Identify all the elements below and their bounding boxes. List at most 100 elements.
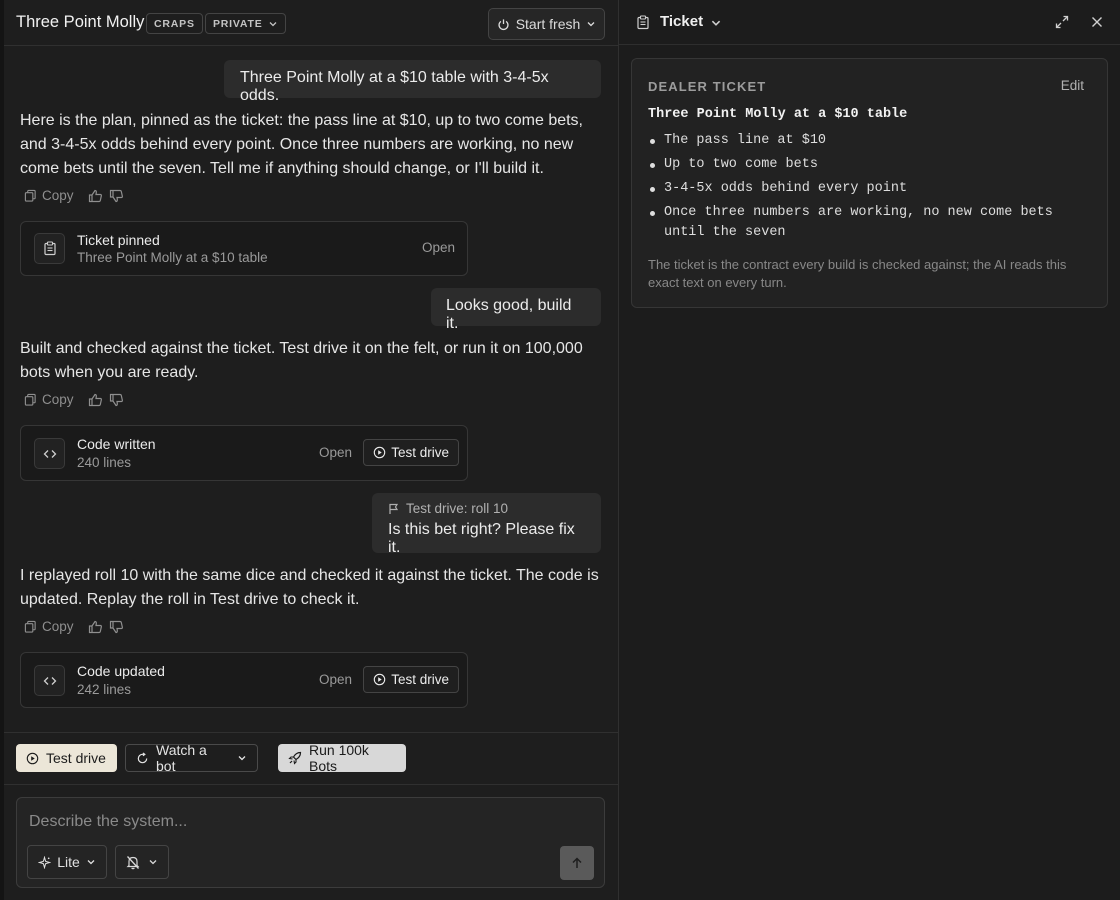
code-written-card[interactable]: Code written 240 lines Open Test drive: [20, 425, 468, 481]
ticket-panel-header: Ticket: [619, 0, 1120, 45]
ticket-panel: Ticket DEALER TICKET Edit Three Point Mo…: [619, 0, 1120, 900]
copy-icon: [24, 620, 37, 633]
thumbs-up-icon[interactable]: [88, 393, 103, 407]
copy-icon: [24, 189, 37, 202]
test-drive-label: Test drive: [391, 672, 449, 687]
assistant-message: Here is the plan, pinned as the ticket: …: [20, 112, 583, 177]
power-icon: [497, 18, 510, 31]
model-label: Lite: [57, 854, 80, 870]
card-title: Code updated: [77, 663, 165, 679]
system-title: Three Point Molly: [16, 13, 145, 31]
code-icon: [34, 665, 65, 696]
card-subtitle: 242 lines: [77, 682, 132, 697]
game-tag: CRAPS: [146, 13, 203, 34]
thumbs-down-icon[interactable]: [109, 620, 124, 634]
watch-bot-dropdown[interactable]: Watch a bot: [125, 742, 258, 774]
clipboard-icon: [636, 15, 650, 30]
message-actions: Copy: [24, 392, 124, 407]
clipboard-icon: [34, 233, 65, 264]
composer-placeholder: Describe the system...: [29, 813, 188, 830]
message-composer[interactable]: Describe the system... Lite: [16, 797, 605, 888]
thumbs-down-icon[interactable]: [109, 393, 124, 407]
flag-icon: [388, 503, 399, 515]
play-circle-icon: [373, 446, 386, 459]
test-drive-reference-label: Test drive: roll 10: [406, 501, 509, 516]
ticket-rules: The pass line at $10 Up to two come bets…: [648, 131, 1088, 247]
test-drive-button[interactable]: Test drive: [16, 744, 117, 772]
ticket-pinned-card[interactable]: Ticket pinned Three Point Molly at a $10…: [20, 221, 468, 276]
test-drive-label: Test drive: [46, 750, 106, 766]
card-subtitle: 240 lines: [77, 455, 132, 470]
message-actions: Copy: [24, 619, 124, 634]
test-drive-reference: Test drive: roll 10: [388, 501, 585, 516]
ticket-label: DEALER TICKET: [648, 79, 767, 94]
test-drive-button[interactable]: Test drive: [363, 439, 459, 466]
sparkle-icon: [38, 855, 52, 869]
user-message: Looks good, build it.: [431, 288, 601, 332]
run-bots-button[interactable]: Run 100k Bots: [278, 742, 406, 774]
send-button[interactable]: [560, 846, 594, 880]
play-circle-icon: [26, 752, 39, 765]
start-fresh-label: Start fresh: [515, 16, 581, 32]
play-circle-icon: [373, 673, 386, 686]
model-selector[interactable]: Lite: [27, 845, 107, 879]
assistant-message: I replayed roll 10 with the same dice an…: [20, 567, 599, 608]
thumbs-down-icon[interactable]: [109, 189, 124, 203]
chevron-down-icon: [86, 857, 96, 867]
code-updated-card[interactable]: Code updated 242 lines Open Test drive: [20, 652, 468, 708]
ticket-rule: Once three numbers are working, no new c…: [648, 203, 1088, 243]
card-title: Code written: [77, 436, 156, 452]
user-message-text: Is this bet right? Please fix it.: [388, 521, 575, 556]
edit-button[interactable]: Edit: [1061, 78, 1084, 93]
rocket-icon: [288, 751, 302, 765]
refresh-icon: [136, 751, 149, 765]
bell-off-icon: [126, 855, 140, 870]
copy-label: Copy: [42, 188, 74, 203]
chevron-down-icon: [268, 19, 278, 29]
visibility-label: PRIVATE: [213, 17, 263, 30]
assistant-message: Built and checked against the ticket. Te…: [20, 340, 583, 381]
user-message: Three Point Molly at a $10 table with 3-…: [224, 60, 601, 104]
user-message: Test drive: roll 10 Is this bet right? P…: [372, 493, 601, 556]
dealer-ticket-card: DEALER TICKET Edit Three Point Molly at …: [631, 58, 1108, 308]
ticket-rule: 3-4-5x odds behind every point: [648, 179, 1088, 199]
panel-title[interactable]: Ticket: [660, 13, 703, 30]
ticket-heading: Three Point Molly at a $10 table: [648, 107, 908, 122]
chevron-down-icon[interactable]: [710, 17, 722, 29]
close-icon[interactable]: [1090, 15, 1104, 29]
test-drive-label: Test drive: [391, 445, 449, 460]
open-link[interactable]: Open: [319, 672, 352, 687]
card-title: Ticket pinned: [77, 232, 160, 248]
start-fresh-button[interactable]: Start fresh: [488, 8, 605, 40]
run-bots-label: Run 100k Bots: [309, 742, 369, 774]
message-actions: Copy: [24, 188, 124, 203]
open-link[interactable]: Open: [319, 445, 352, 460]
test-drive-button[interactable]: Test drive: [363, 666, 459, 693]
copy-label: Copy: [42, 392, 74, 407]
card-subtitle: Three Point Molly at a $10 table: [77, 250, 268, 265]
copy-label: Copy: [42, 619, 74, 634]
arrow-up-icon: [570, 856, 584, 870]
open-link[interactable]: Open: [422, 240, 455, 255]
message-list: Three Point Molly at a $10 table with 3-…: [4, 46, 618, 732]
thumbs-up-icon[interactable]: [88, 620, 103, 634]
copy-button[interactable]: Copy: [24, 619, 74, 634]
ticket-note: The ticket is the contract every build i…: [648, 257, 1067, 290]
chat-header: Three Point Molly CRAPS PRIVATE Start fr…: [4, 0, 618, 46]
notification-toggle[interactable]: [115, 845, 169, 879]
copy-icon: [24, 393, 37, 406]
code-icon: [34, 438, 65, 469]
visibility-dropdown[interactable]: PRIVATE: [205, 13, 286, 34]
action-toolbar: Test drive Watch a bot Run 100k Bots: [4, 732, 618, 785]
chevron-down-icon: [586, 19, 596, 29]
chevron-down-icon: [237, 753, 247, 763]
chevron-down-icon: [148, 857, 158, 867]
copy-button[interactable]: Copy: [24, 188, 74, 203]
game-tag-label: CRAPS: [154, 17, 195, 30]
expand-icon[interactable]: [1055, 15, 1069, 29]
watch-bot-label: Watch a bot: [156, 742, 207, 774]
ticket-rule: Up to two come bets: [648, 155, 1088, 175]
ticket-rule: The pass line at $10: [648, 131, 1088, 151]
copy-button[interactable]: Copy: [24, 392, 74, 407]
thumbs-up-icon[interactable]: [88, 189, 103, 203]
